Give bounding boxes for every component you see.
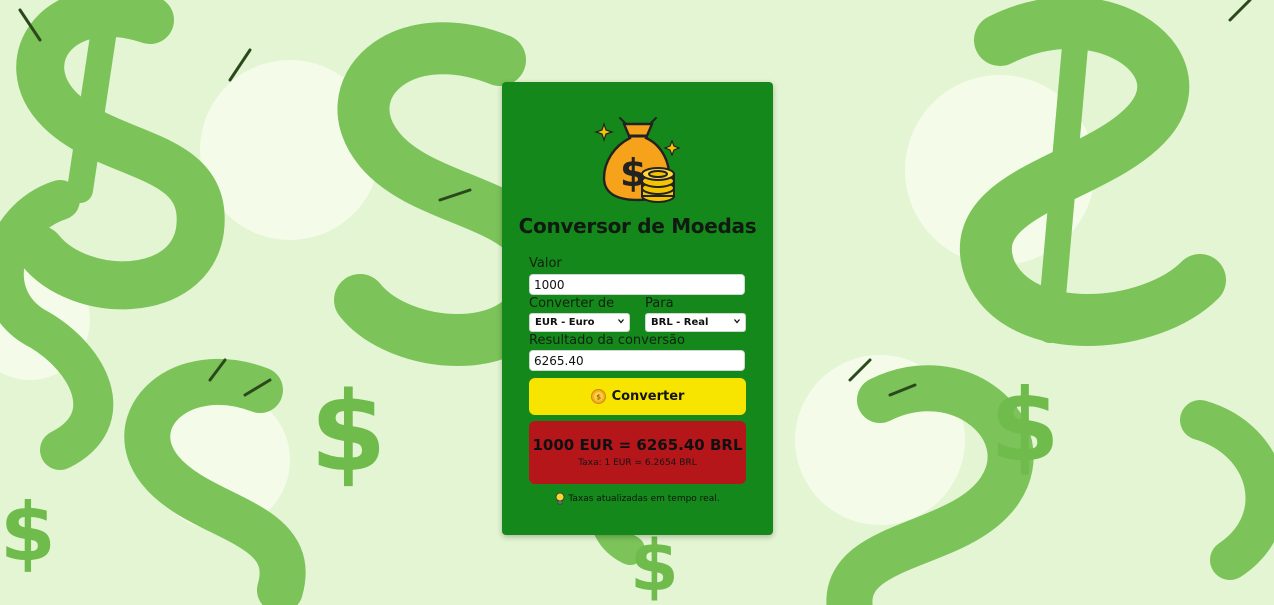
to-currency-select[interactable]: BRL - Real: [645, 313, 746, 332]
svg-text:$: $: [0, 486, 56, 579]
to-currency-label: Para: [645, 296, 674, 311]
svg-text:$: $: [310, 368, 387, 496]
result-panel: 1000 EUR = 6265.40 BRL Taxa: 1 EUR = 6.2…: [529, 421, 746, 484]
amount-label: Valor: [529, 256, 562, 271]
coin-icon: $: [590, 389, 606, 404]
amount-input[interactable]: 1000: [529, 274, 745, 295]
footer-note-text: Taxas atualizadas em tempo real.: [568, 494, 720, 504]
footer-note: Taxas atualizadas em tempo real.: [502, 492, 773, 506]
convert-button-label: Converter: [611, 389, 685, 404]
svg-text:$: $: [630, 525, 679, 605]
result-field[interactable]: 6265.40: [529, 350, 745, 371]
lightbulb-icon: [555, 492, 565, 505]
result-label: Resultado da conversão: [529, 333, 685, 348]
money-bag-coins-icon: $: [594, 117, 681, 203]
svg-text:$: $: [596, 394, 601, 402]
convert-button[interactable]: $ Converter: [529, 378, 746, 415]
from-currency-select[interactable]: EUR - Euro: [529, 313, 630, 332]
from-currency-value: EUR - Euro: [535, 317, 595, 328]
chevron-down-icon: [734, 319, 740, 324]
page-title: Conversor de Moedas: [518, 214, 757, 238]
exchange-rate-text: Taxa: 1 EUR = 6.2654 BRL: [578, 458, 697, 468]
converter-card: $ Conversor de Moedas Valor 1000 Convert…: [502, 82, 773, 535]
svg-text:$: $: [990, 367, 1060, 484]
result-summary: 1000 EUR = 6265.40 BRL: [532, 436, 743, 454]
from-currency-label: Converter de: [529, 296, 615, 311]
to-currency-value: BRL - Real: [651, 317, 709, 328]
chevron-down-icon: [618, 319, 624, 324]
